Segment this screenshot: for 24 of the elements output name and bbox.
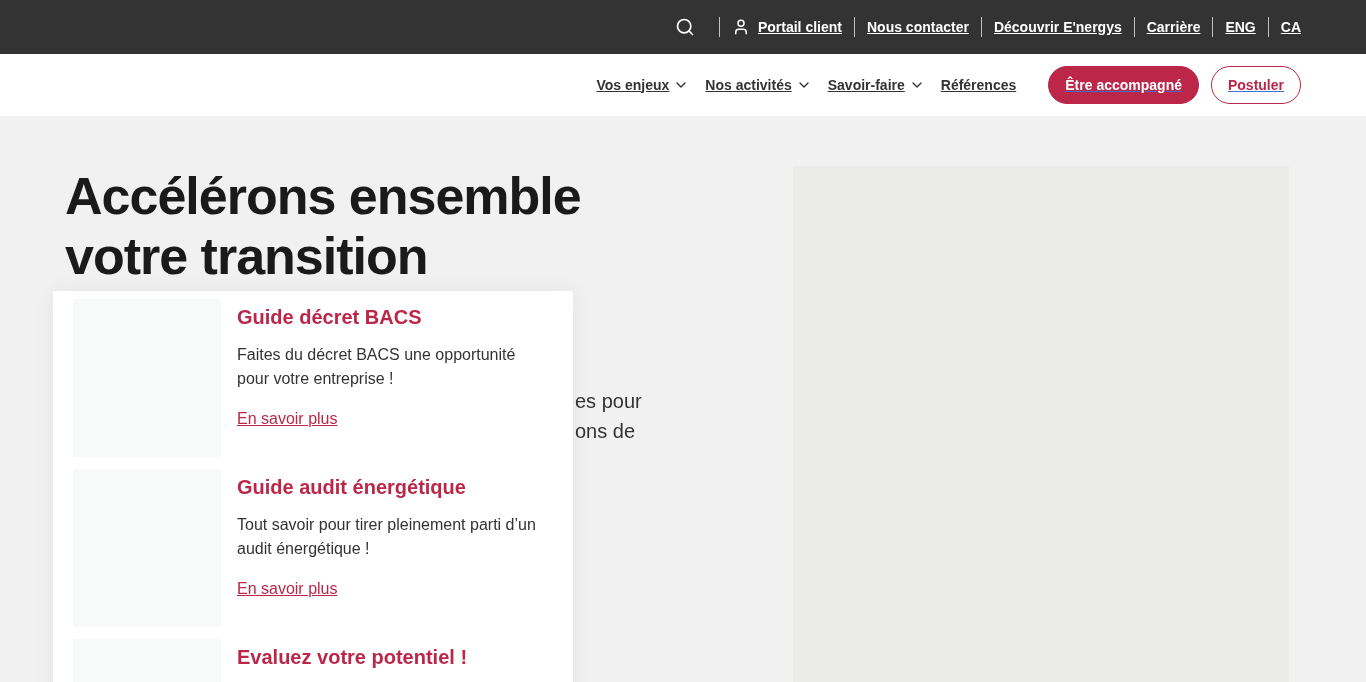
nav-link[interactable]: Références [940,74,1017,96]
top-link[interactable]: CA [1280,16,1301,38]
apply-button[interactable]: Postuler [1211,66,1301,104]
top-link[interactable]: Portail client [757,16,842,38]
hero-text: es pour [575,389,642,414]
hero-title: votre transition [65,226,428,286]
read-more-link[interactable]: En savoir plus [237,407,338,431]
cta-button[interactable]: Être accompagné [1048,66,1199,104]
nav-link[interactable]: Vos enjeux [596,74,690,96]
guide-text: Faites du décret BACS une opportunité pour votre entreprise ! [237,345,517,389]
read-more-link[interactable]: En savoir plus [237,577,338,601]
top-link[interactable]: Découvrir E'nergys [993,16,1122,38]
guide-title: Guide décret BACS [237,305,422,330]
nav-link[interactable]: Savoir-faire [827,74,925,96]
top-link[interactable]: Nous contacter [866,16,969,38]
hero-text: ons de [575,419,636,444]
search-icon[interactable] [674,17,695,37]
guide-title: Guide audit énergétique [237,475,466,500]
nav-link[interactable]: Nos activités [705,74,812,96]
guide-title: Evaluez votre potentiel ! [237,645,468,670]
top-link[interactable]: ENG [1225,16,1256,38]
guide-text: Tout savoir pour tirer pleinement parti d’un audit énergétique ! [237,515,537,559]
hero-title: Accélérons ensemble [65,166,581,226]
top-link[interactable]: Carrière [1146,16,1201,38]
